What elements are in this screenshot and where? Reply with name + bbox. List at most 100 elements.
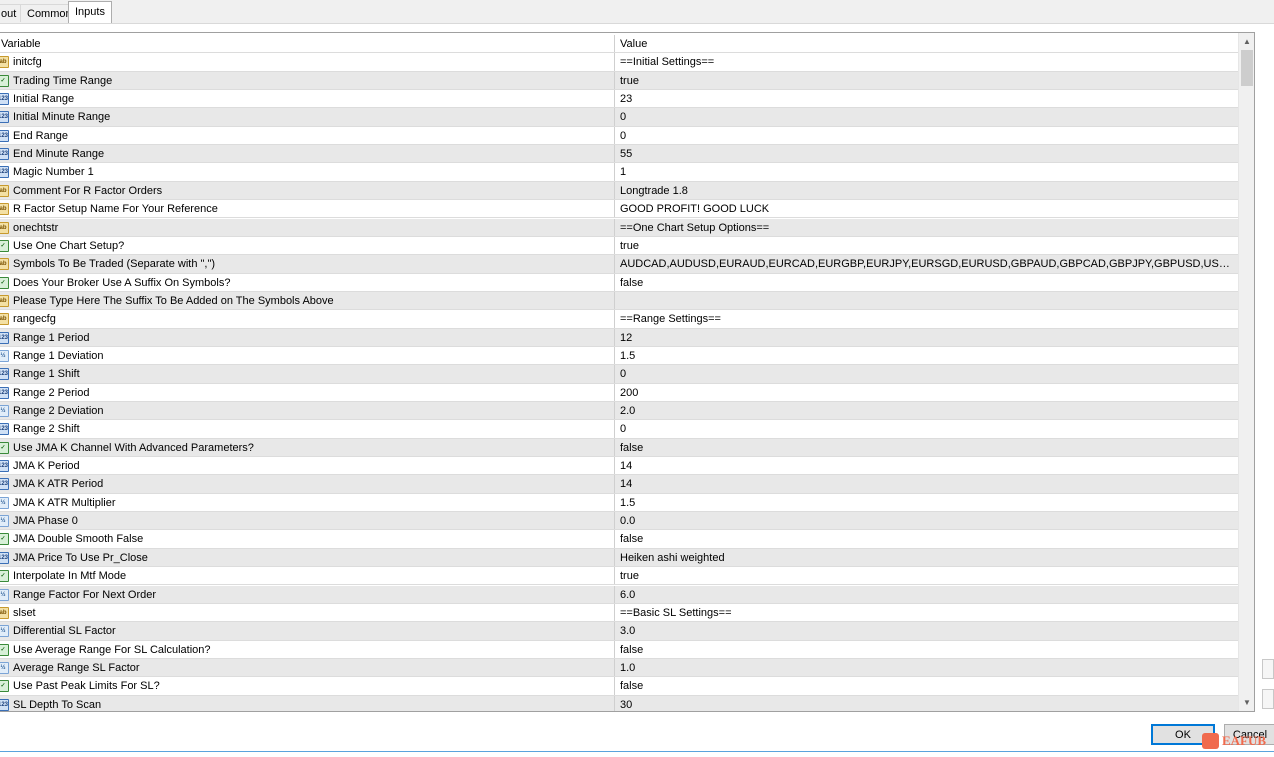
value-cell[interactable]: ==Basic SL Settings== — [619, 604, 1234, 621]
value-text[interactable]: Longtrade 1.8 — [620, 182, 1234, 199]
value-text[interactable]: 0.0 — [620, 512, 1234, 529]
table-row[interactable]: 123 Range 1 Period 12 — [0, 328, 1238, 347]
value-text[interactable]: Heiken ashi weighted — [620, 549, 1234, 566]
value-cell[interactable]: 0 — [619, 365, 1234, 382]
value-text[interactable]: true — [620, 237, 1234, 254]
table-row[interactable]: ✓ Does Your Broker Use A Suffix On Symbol… — [0, 273, 1238, 292]
value-text[interactable]: 200 — [620, 384, 1234, 401]
value-cell[interactable]: GOOD PROFIT! GOOD LUCK — [619, 200, 1234, 217]
value-text[interactable]: ==Range Settings== — [620, 310, 1234, 327]
table-row[interactable]: 123 End Minute Range 55 — [0, 145, 1238, 164]
table-row[interactable]: 123 End Range 0 — [0, 126, 1238, 146]
value-cell[interactable]: ==Initial Settings== — [619, 53, 1234, 70]
table-row[interactable]: ½ JMA Phase 0 0.0 — [0, 512, 1238, 531]
table-row[interactable]: ½ Range Factor For Next Order 6.0 — [0, 585, 1238, 604]
vertical-scrollbar[interactable]: ▲ ▼ — [1238, 33, 1254, 711]
value-text[interactable]: 30 — [620, 696, 1234, 711]
table-row[interactable]: ✓ JMA Double Smooth False false — [0, 530, 1238, 549]
table-row[interactable]: 123 JMA Price To Use Pr_Close Heiken ashi … — [0, 548, 1238, 568]
value-cell[interactable]: 1.5 — [619, 494, 1234, 511]
value-cell[interactable]: 0 — [619, 127, 1234, 144]
value-cell[interactable]: 0 — [619, 108, 1234, 125]
value-text[interactable]: 3.0 — [620, 622, 1234, 639]
value-cell[interactable] — [619, 292, 1234, 309]
value-cell[interactable]: 30 — [619, 696, 1234, 711]
value-cell[interactable]: 200 — [619, 384, 1234, 401]
value-cell[interactable]: false — [619, 677, 1234, 694]
table-row[interactable]: ½ Average Range SL Factor 1.0 — [0, 658, 1238, 678]
table-row[interactable]: 123 Initial Range 23 — [0, 90, 1238, 109]
table-row[interactable]: ✓ Interpolate In Mtf Mode true — [0, 567, 1238, 586]
table-row[interactable]: ✓ Use Past Peak Limits For SL? false — [0, 677, 1238, 696]
table-row[interactable]: ab rangecfg ==Range Settings== — [0, 310, 1238, 329]
value-cell[interactable]: false — [619, 274, 1234, 291]
value-text[interactable]: 0 — [620, 108, 1234, 125]
value-cell[interactable]: 0.0 — [619, 512, 1234, 529]
side-handle-top[interactable] — [1262, 659, 1274, 679]
value-cell[interactable]: 1.5 — [619, 347, 1234, 364]
value-cell[interactable]: true — [619, 72, 1234, 89]
table-row[interactable]: ab onechtstr ==One Chart Setup Options== — [0, 218, 1238, 237]
value-text[interactable]: false — [620, 641, 1234, 658]
table-row[interactable]: 123 Magic Number 1 1 — [0, 163, 1238, 182]
table-row[interactable]: ab slset ==Basic SL Settings== — [0, 603, 1238, 623]
table-row[interactable]: 123 JMA K Period 14 — [0, 457, 1238, 476]
value-text[interactable]: 1.5 — [620, 347, 1234, 364]
value-cell[interactable]: ==One Chart Setup Options== — [619, 219, 1234, 236]
value-text[interactable]: 14 — [620, 475, 1234, 492]
value-text[interactable]: true — [620, 567, 1234, 584]
table-row[interactable]: ✓ Use JMA K Channel With Advanced Paramet… — [0, 438, 1238, 458]
value-cell[interactable]: 1.0 — [619, 659, 1234, 676]
value-text[interactable]: ==Initial Settings== — [620, 53, 1234, 70]
table-row[interactable]: ½ Differential SL Factor 3.0 — [0, 622, 1238, 641]
column-header-value[interactable]: Value — [619, 35, 1234, 52]
value-cell[interactable]: true — [619, 567, 1234, 584]
table-row[interactable]: 123 Range 2 Period 200 — [0, 383, 1238, 402]
value-text[interactable]: 1.5 — [620, 494, 1234, 511]
table-row[interactable]: ab initcfg ==Initial Settings== — [0, 53, 1238, 72]
scroll-thumb[interactable] — [1241, 50, 1253, 86]
scroll-up-icon[interactable]: ▲ — [1239, 33, 1254, 50]
value-text[interactable]: false — [620, 439, 1234, 456]
value-cell[interactable]: 55 — [619, 145, 1234, 162]
value-text[interactable]: ==Basic SL Settings== — [620, 604, 1234, 621]
table-row[interactable]: 123 JMA K ATR Period 14 — [0, 475, 1238, 494]
table-row[interactable]: ½ JMA K ATR Multiplier 1.5 — [0, 493, 1238, 513]
table-row[interactable]: 123 Range 2 Shift 0 — [0, 420, 1238, 439]
table-row[interactable]: ab Symbols To Be Traded (Separate with ",… — [0, 255, 1238, 274]
value-cell[interactable]: 1 — [619, 163, 1234, 180]
value-text[interactable]: 1 — [620, 163, 1234, 180]
value-cell[interactable]: Heiken ashi weighted — [619, 549, 1234, 566]
value-cell[interactable]: 23 — [619, 90, 1234, 107]
table-row[interactable]: ½ Range 1 Deviation 1.5 — [0, 346, 1238, 366]
value-text[interactable]: 0 — [620, 127, 1234, 144]
table-row[interactable]: ab Comment For R Factor Orders Longtrade 1… — [0, 181, 1238, 201]
value-cell[interactable]: false — [619, 530, 1234, 547]
value-text[interactable]: false — [620, 530, 1234, 547]
value-cell[interactable]: false — [619, 439, 1234, 456]
side-handle-bottom[interactable] — [1262, 689, 1274, 709]
value-text[interactable]: 2.0 — [620, 402, 1234, 419]
table-row[interactable]: ½ Range 2 Deviation 2.0 — [0, 402, 1238, 421]
value-text[interactable]: 0 — [620, 420, 1234, 437]
value-text[interactable]: 23 — [620, 90, 1234, 107]
value-cell[interactable]: true — [619, 237, 1234, 254]
table-row[interactable]: ✓ Use Average Range For SL Calculation? fa… — [0, 640, 1238, 659]
table-row[interactable]: 123 Range 1 Shift 0 — [0, 365, 1238, 384]
value-cell[interactable]: 0 — [619, 420, 1234, 437]
value-text[interactable]: 6.0 — [620, 586, 1234, 603]
value-text[interactable]: 1.0 — [620, 659, 1234, 676]
table-row[interactable]: 123 Initial Minute Range 0 — [0, 108, 1238, 127]
tab-inputs[interactable]: Inputs — [68, 1, 112, 23]
table-row[interactable]: ✓ Trading Time Range true — [0, 71, 1238, 91]
value-text[interactable]: 0 — [620, 365, 1234, 382]
value-cell[interactable]: 3.0 — [619, 622, 1234, 639]
value-text[interactable]: 55 — [620, 145, 1234, 162]
table-row[interactable]: ab Please Type Here The Suffix To Be Adde… — [0, 291, 1238, 311]
value-text[interactable]: GOOD PROFIT! GOOD LUCK — [620, 200, 1234, 217]
table-row[interactable]: ✓ Use One Chart Setup? true — [0, 236, 1238, 256]
value-cell[interactable]: 6.0 — [619, 586, 1234, 603]
value-text[interactable]: ==One Chart Setup Options== — [620, 219, 1234, 236]
value-cell[interactable]: Longtrade 1.8 — [619, 182, 1234, 199]
value-cell[interactable]: 2.0 — [619, 402, 1234, 419]
